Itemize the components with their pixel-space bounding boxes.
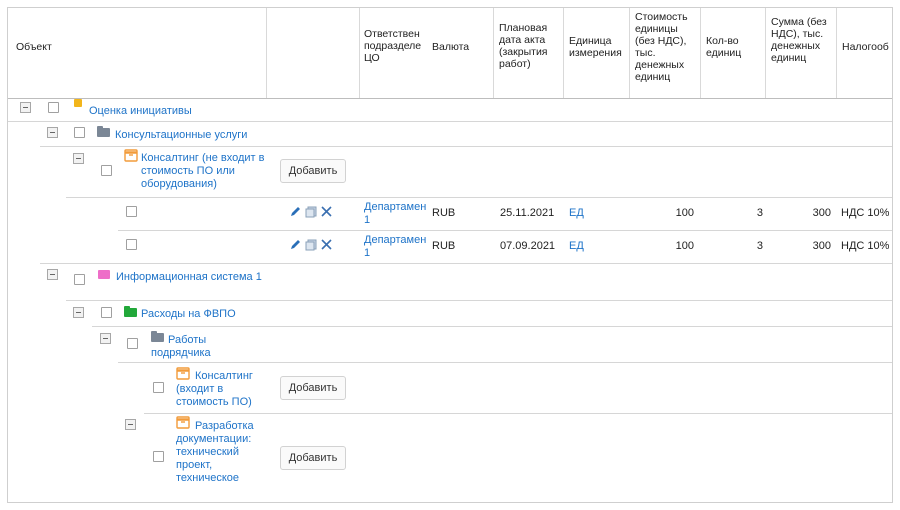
package-icon	[124, 149, 138, 162]
pencil-icon[interactable]	[290, 206, 301, 217]
currency-cell: RUB	[432, 240, 456, 252]
col-header-tax[interactable]: Налогооб	[838, 8, 892, 98]
close-icon[interactable]	[320, 238, 333, 251]
collapse-toggle[interactable]	[73, 307, 84, 318]
collapse-toggle[interactable]	[20, 102, 31, 113]
row-checkbox[interactable]	[127, 338, 138, 349]
quantity-cell: 3	[756, 207, 763, 219]
unit-cost-cell: 100	[675, 207, 694, 219]
row-checkbox[interactable]	[48, 102, 59, 113]
row-checkbox[interactable]	[101, 165, 112, 176]
col-header-unit-cost[interactable]: Стоимость единицы (без НДС), тыс. денежн…	[631, 8, 701, 98]
collapse-toggle[interactable]	[47, 269, 58, 280]
collapse-toggle[interactable]	[47, 127, 58, 138]
row-checkbox[interactable]	[153, 382, 164, 393]
col-header-responsible[interactable]: Ответствен подразделе ЦО	[360, 8, 430, 98]
unit-link[interactable]: ЕД	[569, 240, 584, 253]
copy-icon[interactable]	[305, 206, 317, 218]
close-icon[interactable]	[320, 205, 333, 218]
folder-icon	[124, 306, 137, 317]
tree-node-contractor-works[interactable]: Работы подрядчика	[151, 334, 261, 360]
collapse-toggle[interactable]	[125, 419, 136, 430]
tree-node-consulting-not-included[interactable]: Консалтинг (не входит в стоимость ПО или…	[141, 152, 273, 191]
tree-node-consulting-included[interactable]: Консалтинг (входит в стоимость ПО)	[176, 370, 266, 409]
sum-cell: 300	[812, 207, 831, 219]
row-checkbox[interactable]	[74, 127, 85, 138]
row-checkbox[interactable]	[126, 239, 137, 250]
add-button[interactable]: Добавить	[280, 446, 346, 470]
add-button[interactable]: Добавить	[280, 376, 346, 400]
row-checkbox[interactable]	[74, 274, 85, 285]
date-cell: 07.09.2021	[500, 240, 556, 252]
department-link[interactable]: Департамен 1	[364, 234, 432, 260]
row-checkbox[interactable]	[101, 307, 112, 318]
col-header-quantity[interactable]: Кол-во единиц	[702, 8, 766, 98]
col-header-unit[interactable]: Единица измерения	[565, 8, 631, 98]
col-header-planned-date[interactable]: Плановая дата акта (закрытия работ)	[495, 8, 563, 98]
tree-node-initiative[interactable]: Оценка инициативы	[89, 105, 269, 118]
tax-cell: НДС 10%	[841, 207, 890, 219]
row-checkbox[interactable]	[153, 451, 164, 462]
unit-link[interactable]: ЕД	[569, 207, 584, 220]
department-link[interactable]: Департамен 1	[364, 201, 432, 227]
initiative-icon	[74, 99, 82, 107]
collapse-toggle[interactable]	[73, 153, 84, 164]
currency-cell: RUB	[432, 207, 456, 219]
col-header-object[interactable]: Объект	[12, 8, 267, 98]
grid-frame: Объект Ответствен подразделе ЦО Валюта П…	[7, 7, 893, 503]
date-cell: 25.11.2021	[500, 207, 555, 219]
pencil-icon[interactable]	[290, 239, 301, 250]
quantity-cell: 3	[756, 240, 763, 252]
row-checkbox[interactable]	[126, 206, 137, 217]
copy-icon[interactable]	[305, 239, 317, 251]
tax-cell: НДС 10%	[841, 240, 890, 252]
tree-node-doc-development[interactable]: Разработка документации: технический про…	[176, 420, 266, 485]
sum-cell: 300	[812, 240, 831, 252]
add-button[interactable]: Добавить	[280, 159, 346, 183]
unit-cost-cell: 100	[675, 240, 694, 252]
tree-node-fvpo-expenses[interactable]: Расходы на ФВПО	[141, 308, 291, 321]
tree-node-consulting-services[interactable]: Консультационные услуги	[115, 129, 275, 142]
col-header-sum[interactable]: Сумма (без НДС), тыс. денежных единиц	[767, 8, 837, 98]
collapse-toggle[interactable]	[100, 333, 111, 344]
col-header-currency[interactable]: Валюта	[428, 8, 494, 98]
tree-node-info-system[interactable]: Информационная система 1	[98, 271, 263, 284]
folder-icon	[97, 126, 110, 137]
